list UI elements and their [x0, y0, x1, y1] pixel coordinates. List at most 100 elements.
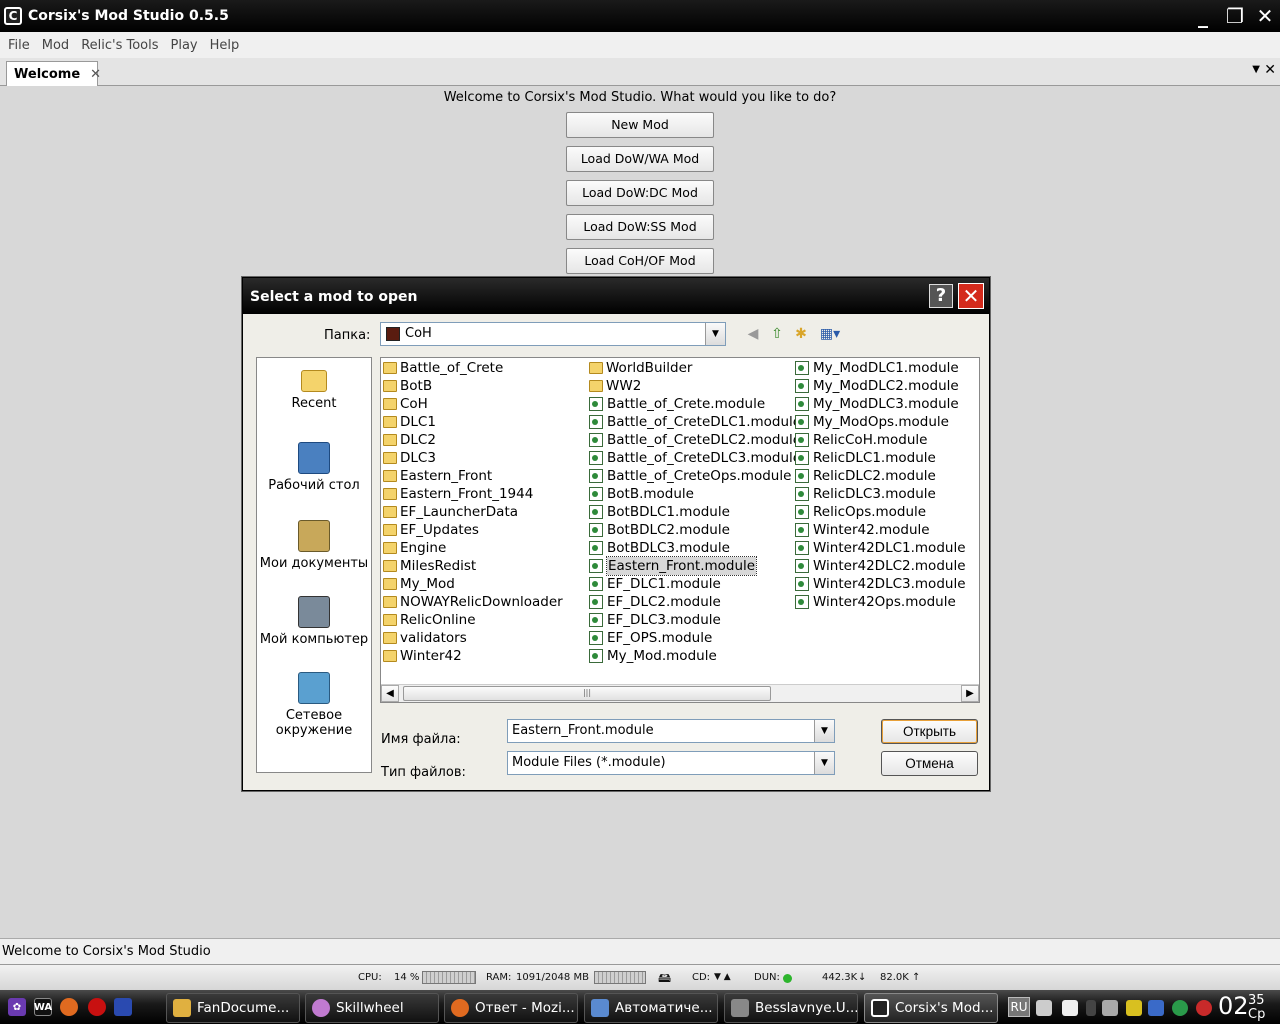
language-indicator[interactable]: RU	[1008, 997, 1030, 1017]
module-file-item[interactable]: BotBDLC3.module	[589, 539, 801, 557]
place-recent[interactable]: Recent	[257, 366, 371, 411]
folder-item[interactable]: Eastern_Front_1944	[383, 485, 563, 503]
module-file-item[interactable]: BotBDLC2.module	[589, 521, 801, 539]
folder-item[interactable]: EF_Updates	[383, 521, 563, 539]
module-file-item[interactable]: Winter42DLC2.module	[795, 557, 966, 575]
folder-item[interactable]: validators	[383, 629, 563, 647]
tray-expand-icon[interactable]	[1086, 1000, 1096, 1016]
cancel-button[interactable]: Отмена	[881, 751, 978, 776]
back-icon[interactable]: ◀	[744, 325, 762, 343]
folder-item[interactable]: EF_LauncherData	[383, 503, 563, 521]
folder-item[interactable]: MilesRedist	[383, 557, 563, 575]
module-file-item[interactable]: EF_DLC3.module	[589, 611, 801, 629]
module-file-item[interactable]: My_ModDLC2.module	[795, 377, 966, 395]
keyboard-icon[interactable]	[1036, 1000, 1052, 1016]
menu-file[interactable]: File	[2, 38, 36, 53]
folder-item[interactable]: BotB	[383, 377, 563, 395]
file-list[interactable]: Battle_of_Crete BotB CoH DLC1 DLC2 DLC3 Easter…	[380, 357, 980, 703]
folder-item[interactable]: Engine	[383, 539, 563, 557]
filename-input[interactable]: Eastern_Front.module ▼	[507, 719, 835, 743]
close-icon[interactable]: ✕	[1252, 3, 1278, 29]
tray-app-icon[interactable]	[1102, 1000, 1118, 1016]
module-file-item[interactable]: EF_DLC1.module	[589, 575, 801, 593]
tab-welcome[interactable]: Welcome ✕	[6, 61, 101, 86]
folder-select[interactable]: CoH ▼	[380, 322, 726, 346]
task-besslavnye[interactable]: Besslavnye.U...	[724, 993, 858, 1023]
view-menu-icon[interactable]: ▦▾	[816, 325, 844, 343]
tab-close-icon[interactable]: ✕	[90, 67, 101, 82]
tab-list-dropdown-icon[interactable]: ▼	[1252, 64, 1260, 75]
module-file-item[interactable]: Battle_of_CreteDLC3.module	[589, 449, 801, 467]
folder-item[interactable]: DLC2	[383, 431, 563, 449]
module-file-item[interactable]: RelicDLC2.module	[795, 467, 966, 485]
module-file-item[interactable]: Eastern_Front.module	[589, 556, 801, 576]
folder-item[interactable]: WorldBuilder	[589, 359, 801, 377]
close-all-tabs-icon[interactable]: ✕	[1264, 62, 1276, 78]
dialog-close-icon[interactable]: ✕	[958, 283, 984, 309]
menu-play[interactable]: Play	[165, 38, 204, 53]
network-tray-icon[interactable]	[1148, 1000, 1164, 1016]
filetype-select[interactable]: Module Files (*.module) ▼	[507, 751, 835, 775]
firefox-icon[interactable]	[60, 998, 78, 1016]
place-my-documents[interactable]: Мои документы	[257, 520, 371, 571]
module-file-item[interactable]: Battle_of_CreteOps.module	[589, 467, 801, 485]
desktop-show-icon[interactable]	[114, 998, 132, 1016]
folder-item[interactable]: Winter42	[383, 647, 563, 665]
module-file-item[interactable]: Battle_of_CreteDLC1.module	[589, 413, 801, 431]
module-file-item[interactable]: RelicDLC3.module	[795, 485, 966, 503]
new-folder-icon[interactable]: ✱	[792, 325, 810, 343]
module-file-item[interactable]: RelicOps.module	[795, 503, 966, 521]
place-my-computer[interactable]: Мой компьютер	[257, 596, 371, 647]
load-dow-ss-mod-button[interactable]: Load DoW:SS Mod	[566, 214, 714, 240]
help-tray-icon[interactable]	[1062, 1000, 1078, 1016]
maximize-icon[interactable]: ❐	[1222, 3, 1248, 29]
folder-item[interactable]: Battle_of_Crete	[383, 359, 563, 377]
module-file-item[interactable]: BotBDLC1.module	[589, 503, 801, 521]
folder-item[interactable]: RelicOnline	[383, 611, 563, 629]
load-dow-dc-mod-button[interactable]: Load DoW:DC Mod	[566, 180, 714, 206]
task-skillwheel[interactable]: Skillwheel	[305, 993, 439, 1023]
folder-item[interactable]: DLC1	[383, 413, 563, 431]
start-orb-icon[interactable]: ✿	[8, 998, 26, 1016]
up-folder-icon[interactable]: ⇧	[768, 325, 786, 343]
antivirus-icon[interactable]	[1196, 1000, 1212, 1016]
cd-eject-icon[interactable]: ▼ ▲	[714, 972, 731, 982]
chevron-down-icon[interactable]: ▼	[814, 752, 834, 774]
folder-item[interactable]: NOWAYRelicDownloader	[383, 593, 563, 611]
module-file-item[interactable]: BotB.module	[589, 485, 801, 503]
module-file-item[interactable]: Battle_of_CreteDLC2.module	[589, 431, 801, 449]
horizontal-scrollbar[interactable]: ◀ ||| ▶	[381, 684, 979, 702]
module-file-item[interactable]: EF_OPS.module	[589, 629, 801, 647]
menu-help[interactable]: Help	[204, 38, 246, 53]
module-file-item[interactable]: My_ModDLC1.module	[795, 359, 966, 377]
menu-mod[interactable]: Mod	[36, 38, 75, 53]
help-icon[interactable]: ?	[929, 284, 953, 308]
folder-item[interactable]: My_Mod	[383, 575, 563, 593]
opera-icon[interactable]	[88, 998, 106, 1016]
module-file-item[interactable]: My_Mod.module	[589, 647, 801, 665]
task-mod-studio[interactable]: Corsix's Mod...	[864, 993, 998, 1023]
new-mod-button[interactable]: New Mod	[566, 112, 714, 138]
sync-icon[interactable]	[1172, 1000, 1188, 1016]
open-button[interactable]: Открыть	[881, 719, 978, 744]
place-network[interactable]: Сетевое окружение	[257, 672, 371, 738]
load-coh-of-mod-button[interactable]: Load CoH/OF Mod	[566, 248, 714, 274]
winamp-icon[interactable]: WA	[34, 998, 52, 1016]
task-firefox[interactable]: Ответ - Mozi...	[444, 993, 578, 1023]
module-file-item[interactable]: Winter42Ops.module	[795, 593, 966, 611]
task-automatic[interactable]: Автоматиче...	[584, 993, 718, 1023]
scrollbar-thumb[interactable]: |||	[403, 686, 771, 701]
module-file-item[interactable]: My_ModDLC3.module	[795, 395, 966, 413]
load-dow-wa-mod-button[interactable]: Load DoW/WA Mod	[566, 146, 714, 172]
folder-item[interactable]: DLC3	[383, 449, 563, 467]
scroll-left-icon[interactable]: ◀	[381, 685, 399, 702]
module-file-item[interactable]: Winter42DLC3.module	[795, 575, 966, 593]
module-file-item[interactable]: Winter42.module	[795, 521, 966, 539]
place-desktop[interactable]: Рабочий стол	[257, 442, 371, 493]
menu-relics-tools[interactable]: Relic's Tools	[75, 38, 164, 53]
module-file-item[interactable]: Winter42DLC1.module	[795, 539, 966, 557]
module-file-item[interactable]: Battle_of_Crete.module	[589, 395, 801, 413]
module-file-item[interactable]: EF_DLC2.module	[589, 593, 801, 611]
task-fandocuments[interactable]: FanDocume...	[166, 993, 300, 1023]
minimize-icon[interactable]: _	[1190, 3, 1216, 29]
